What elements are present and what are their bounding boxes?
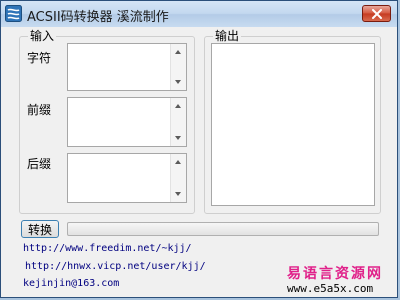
output-textbox[interactable]	[211, 43, 375, 206]
title-bar[interactable]: ACSII码转换器 溪流制作	[1, 1, 397, 27]
output-group-title: 输出	[213, 29, 242, 43]
input-group-title: 输入	[28, 29, 57, 43]
char-label: 字符	[27, 51, 52, 65]
scroll-down-icon[interactable]	[175, 136, 181, 140]
prefix-textbox[interactable]	[67, 97, 187, 147]
link-freedim[interactable]: http://www.freedim.net/~kjj/	[23, 243, 192, 254]
convert-button[interactable]: 转换	[21, 220, 59, 238]
char-textbox[interactable]	[67, 43, 187, 91]
scroll-down-icon[interactable]	[175, 80, 181, 84]
close-button[interactable]	[362, 5, 391, 22]
watermark-url: www.e5a5x.com	[287, 282, 374, 295]
scroll-up-icon[interactable]	[175, 104, 181, 108]
close-icon	[371, 8, 382, 19]
prefix-scrollbar[interactable]	[170, 98, 186, 146]
main-window: ACSII码转换器 溪流制作 输入 字符 前缀 后缀 输出 转换 http://…	[0, 0, 398, 298]
suffix-label: 后缀	[27, 157, 52, 171]
scroll-up-icon[interactable]	[175, 50, 181, 54]
window-title: ACSII码转换器 溪流制作	[27, 10, 169, 25]
suffix-scrollbar[interactable]	[170, 154, 186, 202]
app-icon	[5, 5, 22, 22]
watermark-title: 易语言资源网	[287, 266, 383, 282]
link-email[interactable]: kejinjin@163.com	[23, 278, 119, 289]
suffix-textbox[interactable]	[67, 153, 187, 203]
progress-bar	[67, 222, 379, 236]
link-hnwx[interactable]: http://hnwx.vicp.net/user/kjj/	[25, 261, 206, 272]
prefix-label: 前缀	[27, 103, 52, 117]
char-scrollbar[interactable]	[170, 44, 186, 90]
scroll-up-icon[interactable]	[175, 160, 181, 164]
scroll-down-icon[interactable]	[175, 192, 181, 196]
